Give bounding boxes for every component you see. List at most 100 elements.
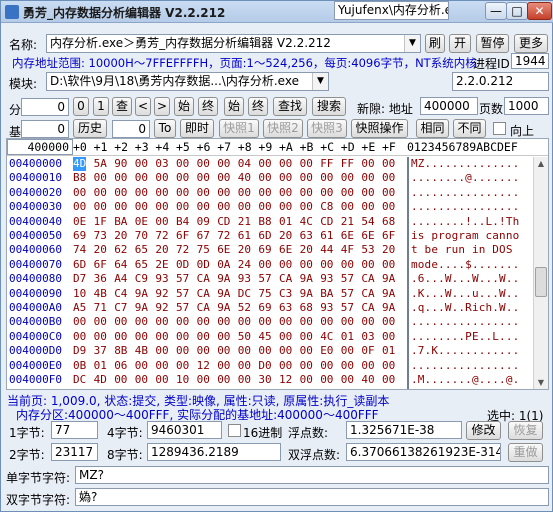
hex-byte[interactable]: 0F xyxy=(361,344,374,358)
hex-byte[interactable]: 00 xyxy=(176,186,189,200)
hex-byte[interactable]: 00 xyxy=(341,359,354,373)
hex-byte[interactable]: 21 xyxy=(341,215,354,229)
hex-byte[interactable]: 6D xyxy=(73,258,86,272)
hex-byte[interactable]: 0D xyxy=(197,258,210,272)
hex-row[interactable]: 6D 6F 64 65 2E 0D 0D 0A 24 00 00 00 00 00 00 00 xyxy=(70,258,403,272)
hex-byte[interactable]: 40 xyxy=(238,171,251,185)
hex-byte[interactable]: 00 xyxy=(217,373,230,387)
hex-byte[interactable]: D7 xyxy=(73,272,86,286)
hex-byte[interactable]: BA xyxy=(320,287,333,301)
hex-byte[interactable]: 00 xyxy=(94,315,107,329)
hex-byte[interactable]: 90 xyxy=(114,157,127,171)
hex-byte[interactable]: 73 xyxy=(94,229,107,243)
minimize-button[interactable]: — xyxy=(485,2,507,20)
hex-byte[interactable]: CA xyxy=(361,287,374,301)
hex-byte[interactable]: C9 xyxy=(135,272,148,286)
ascii-row[interactable]: .6...W...W...W.. xyxy=(411,272,519,286)
hex-byte[interactable]: 00 xyxy=(155,200,168,214)
snapshot2-button[interactable]: 快照2 xyxy=(263,119,303,138)
hex-byte[interactable]: 63 xyxy=(279,301,292,315)
more-button[interactable]: 更多 xyxy=(514,34,548,53)
end-button[interactable]: 终 xyxy=(198,97,218,116)
prev-button[interactable]: < xyxy=(135,97,151,116)
hex-byte[interactable]: 00 xyxy=(238,200,251,214)
hex-byte[interactable]: 61 xyxy=(320,229,333,243)
hex-byte[interactable]: 00 xyxy=(155,215,168,229)
hex-byte[interactable]: 37 xyxy=(94,344,107,358)
hex-byte[interactable]: 00 xyxy=(135,330,148,344)
single-string-field[interactable]: MZ? xyxy=(75,466,549,484)
find-button[interactable]: 查 xyxy=(112,97,132,116)
hex-row[interactable]: 00 00 00 00 00 00 00 00 00 00 00 00 C8 00 00 00 xyxy=(70,200,403,214)
hex-byte[interactable]: 00 xyxy=(361,171,374,185)
hex-byte[interactable]: 00 xyxy=(320,315,333,329)
hex-byte[interactable]: 00 xyxy=(361,157,374,171)
hex-byte[interactable]: 52 xyxy=(238,301,251,315)
hex-byte[interactable]: 00 xyxy=(135,171,148,185)
hex-byte[interactable]: 6D xyxy=(258,229,271,243)
hex-byte[interactable]: 4B xyxy=(94,287,107,301)
hex-byte[interactable]: 00 xyxy=(217,344,230,358)
hex-byte[interactable]: 00 xyxy=(197,344,210,358)
same-button[interactable]: 相同 xyxy=(416,119,449,138)
hex-byte[interactable]: 4B xyxy=(135,344,148,358)
hex-byte[interactable]: 5A xyxy=(94,157,107,171)
byte1-field[interactable]: 77 xyxy=(51,421,98,439)
hex-row[interactable]: 00 00 00 00 00 00 00 00 00 00 00 00 00 00 00 00 xyxy=(70,315,403,329)
hex-byte[interactable]: 00 xyxy=(197,200,210,214)
ascii-row[interactable]: MZ.............. xyxy=(411,157,519,171)
hex-byte[interactable]: 20 xyxy=(300,243,313,257)
hex-byte[interactable]: 65 xyxy=(135,243,148,257)
hex-byte[interactable]: 6E xyxy=(341,229,354,243)
history-button[interactable]: 历史 xyxy=(73,119,107,138)
hex-byte[interactable]: 00 xyxy=(382,373,395,387)
hex-row[interactable]: 0E 1F BA 0E 00 B4 09 CD 21 B8 01 4C CD 21 54 68 xyxy=(70,215,403,229)
hex-byte[interactable]: 00 xyxy=(279,171,292,185)
double-string-field[interactable]: 媯? xyxy=(75,488,549,506)
hex-byte[interactable]: 9A xyxy=(382,272,395,286)
hex-byte[interactable]: 12 xyxy=(279,373,292,387)
hex-byte[interactable]: 00 xyxy=(258,200,271,214)
hex-byte[interactable]: 00 xyxy=(382,359,395,373)
hex-byte[interactable]: 00 xyxy=(217,157,230,171)
hex-byte[interactable]: 4F xyxy=(341,243,354,257)
hex-address-input[interactable]: 400000 xyxy=(7,139,73,155)
hex-byte[interactable]: 72 xyxy=(155,229,168,243)
history-field[interactable]: 0 xyxy=(112,120,150,138)
hex-byte[interactable]: 9A xyxy=(217,272,230,286)
hex-byte[interactable]: CD xyxy=(320,215,333,229)
ascii-area[interactable]: .M.......@....@................. .7.K....… xyxy=(407,157,548,389)
hex-byte[interactable]: 03 xyxy=(155,157,168,171)
module-company-field[interactable]: Yujufenx\内存分析.exe xyxy=(334,1,449,20)
hex-byte[interactable]: 00 xyxy=(135,157,148,171)
scroll-up-icon[interactable]: ▲ xyxy=(534,157,548,171)
hex-byte[interactable]: 00 xyxy=(155,344,168,358)
hex-byte[interactable]: 2E xyxy=(155,258,168,272)
ascii-row[interactable]: ................ xyxy=(411,359,519,373)
hex-byte[interactable]: 00 xyxy=(176,359,189,373)
title-bar[interactable]: 勇芳_内存数据分析编辑器 V2.2.212 — □ ✕ xyxy=(1,1,553,23)
hex-byte[interactable]: 00 xyxy=(320,171,333,185)
hex-byte[interactable]: 00 xyxy=(176,200,189,214)
hex-byte[interactable]: 00 xyxy=(320,258,333,272)
hex-byte[interactable]: 00 xyxy=(176,171,189,185)
start2-button[interactable]: 始 xyxy=(224,97,244,116)
hex-byte[interactable]: 6E xyxy=(361,229,374,243)
hex-byte[interactable]: 0D xyxy=(176,258,189,272)
hex-byte[interactable]: 00 xyxy=(135,373,148,387)
to-button[interactable]: To xyxy=(154,119,176,138)
ascii-row[interactable]: is program canno xyxy=(411,229,519,243)
hex-byte[interactable]: 00 xyxy=(382,171,395,185)
hex-byte[interactable]: 00 xyxy=(258,315,271,329)
hex-byte[interactable]: 00 xyxy=(155,359,168,373)
hex-byte[interactable]: 68 xyxy=(300,301,313,315)
hex-byte[interactable]: 00 xyxy=(238,373,251,387)
hex-byte[interactable]: 00 xyxy=(279,330,292,344)
hex-byte[interactable]: 0B xyxy=(73,359,86,373)
hex-byte[interactable]: FF xyxy=(320,157,333,171)
hex-byte[interactable]: 00 xyxy=(279,359,292,373)
hex-byte[interactable]: 57 xyxy=(176,301,189,315)
hex-byte[interactable]: CA xyxy=(197,301,210,315)
float-field[interactable]: 1.325671E-38 xyxy=(346,421,462,439)
hex-byte[interactable]: 93 xyxy=(320,272,333,286)
